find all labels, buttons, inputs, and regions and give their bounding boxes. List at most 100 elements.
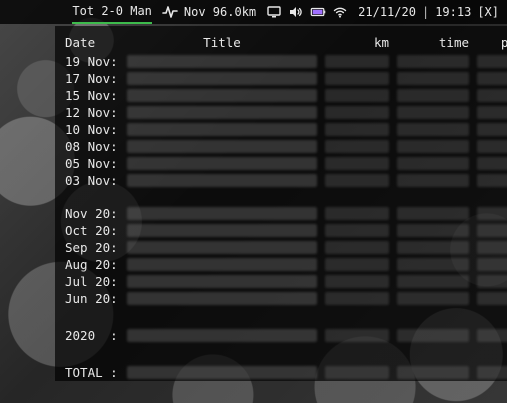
redacted-title [127, 140, 317, 153]
window-suffix[interactable]: [X] [477, 5, 499, 19]
redacted-pace [477, 241, 507, 254]
row-date: 15 Nov: [65, 88, 118, 103]
table-row: Jun 20: [65, 290, 507, 307]
redacted-pace [477, 123, 507, 136]
table-row: Oct 20: [65, 222, 507, 239]
redacted-title [127, 106, 317, 119]
heartbeat-icon [162, 4, 178, 20]
redacted-km [325, 241, 389, 254]
redacted-time [397, 241, 469, 254]
header-pace: pace [500, 35, 507, 50]
running-log-panel: Date Title km time pace 19 Nov: 17 Nov: … [55, 26, 507, 381]
redacted-time [397, 157, 469, 170]
redacted-km [325, 207, 389, 220]
redacted-time [397, 224, 469, 237]
monitor-icon[interactable] [266, 4, 282, 20]
redacted-title [127, 275, 317, 288]
row-date: Nov 20: [65, 206, 118, 221]
header-time: time [438, 35, 469, 50]
monthly-summary: Nov 20: Oct 20: Sep 20: Aug 20: Jul 20: … [65, 205, 507, 307]
redacted-title [127, 366, 317, 379]
redacted-km [325, 258, 389, 271]
redacted-title [127, 258, 317, 271]
redacted-time [397, 329, 469, 342]
total-summary-row: TOTAL : [65, 364, 507, 381]
row-date: 19 Nov: [65, 54, 118, 69]
redacted-time [397, 207, 469, 220]
row-date: Sep 20: [65, 240, 118, 255]
redacted-pace [477, 224, 507, 237]
redacted-time [397, 140, 469, 153]
year-summary-row: 2020 : [65, 327, 507, 344]
redacted-time [397, 55, 469, 68]
redacted-km [325, 275, 389, 288]
redacted-km [325, 106, 389, 119]
redacted-km [325, 72, 389, 85]
table-header: Date Title km time pace [65, 34, 507, 51]
redacted-time [397, 123, 469, 136]
volume-icon[interactable] [288, 4, 304, 20]
redacted-km [325, 174, 389, 187]
redacted-pace [477, 329, 507, 342]
redacted-pace [477, 89, 507, 102]
redacted-title [127, 224, 317, 237]
header-date: Date [65, 35, 96, 50]
redacted-pace [477, 174, 507, 187]
redacted-pace [477, 258, 507, 271]
row-date: 17 Nov: [65, 71, 118, 86]
redacted-km [325, 157, 389, 170]
battery-icon[interactable] [310, 4, 326, 20]
redacted-pace [477, 366, 507, 379]
row-date: 03 Nov: [65, 173, 118, 188]
time-text: 19:13 [435, 5, 472, 19]
redacted-km [325, 140, 389, 153]
distance-widget: Nov 96.0km [162, 4, 256, 20]
redacted-time [397, 106, 469, 119]
redacted-pace [477, 292, 507, 305]
redacted-km [325, 292, 389, 305]
redacted-time [397, 89, 469, 102]
redacted-pace [477, 72, 507, 85]
redacted-km [325, 329, 389, 342]
row-date: Aug 20: [65, 257, 118, 272]
table-row: 10 Nov: [65, 121, 507, 138]
row-date: Jul 20: [65, 274, 118, 289]
row-date: 08 Nov: [65, 139, 118, 154]
header-km: km [373, 35, 389, 50]
redacted-title [127, 55, 317, 68]
table-row: Aug 20: [65, 256, 507, 273]
wifi-icon[interactable] [332, 4, 348, 20]
redacted-pace [477, 106, 507, 119]
row-date: Jun 20: [65, 291, 118, 306]
activity-indicator[interactable]: Tot 2-0 Man [72, 4, 153, 24]
clock: 21/11/20 | 19:13 [X] [358, 5, 499, 19]
top-status-bar: Tot 2-0 Man Nov 96.0km 21/11/20 | 19:13 … [0, 0, 507, 24]
table-row: Nov 20: [65, 205, 507, 222]
table-row: Jul 20: [65, 273, 507, 290]
redacted-title [127, 174, 317, 187]
redacted-title [127, 89, 317, 102]
redacted-time [397, 275, 469, 288]
redacted-pace [477, 140, 507, 153]
table-row: 08 Nov: [65, 138, 507, 155]
redacted-time [397, 366, 469, 379]
activity-label: Tot 2-0 Man [72, 4, 152, 18]
redacted-time [397, 174, 469, 187]
table-row: Sep 20: [65, 239, 507, 256]
redacted-title [127, 241, 317, 254]
table-row: 15 Nov: [65, 87, 507, 104]
table-row: 12 Nov: [65, 104, 507, 121]
redacted-km [325, 55, 389, 68]
monthly-distance: Nov 96.0km [183, 5, 257, 19]
row-date: 05 Nov: [65, 156, 118, 171]
system-icons [266, 4, 348, 20]
redacted-title [127, 157, 317, 170]
table-row: 17 Nov: [65, 70, 507, 87]
date-text: 21/11/20 [358, 5, 416, 19]
redacted-time [397, 292, 469, 305]
redacted-km [325, 224, 389, 237]
year-label: 2020 : [65, 328, 118, 343]
redacted-time [397, 258, 469, 271]
